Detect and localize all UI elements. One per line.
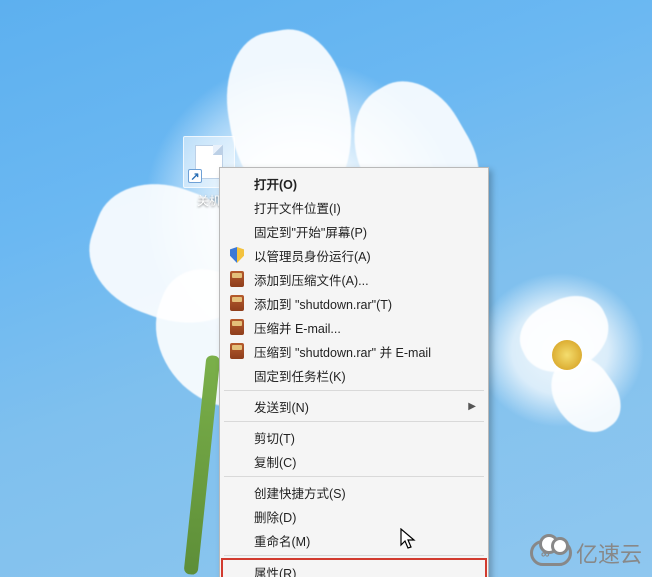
menu-item[interactable]: 固定到"开始"屏幕(P)	[222, 219, 486, 243]
menu-item[interactable]: 打开(O)	[222, 171, 486, 195]
menu-item-label: 固定到"开始"屏幕(P)	[254, 222, 367, 241]
watermark-logo: ∞ 亿速云	[530, 537, 642, 569]
menu-item[interactable]: 重命名(M)	[222, 528, 486, 552]
menu-item[interactable]: 以管理员身份运行(A)	[222, 243, 486, 267]
rar-icon	[228, 270, 246, 288]
menu-separator	[224, 390, 484, 391]
menu-separator	[224, 421, 484, 422]
menu-item[interactable]: 打开文件位置(I)	[222, 195, 486, 219]
menu-item-label: 创建快捷方式(S)	[254, 483, 346, 502]
menu-item-label: 添加到压缩文件(A)...	[254, 270, 369, 289]
shield-icon	[228, 246, 246, 264]
menu-item[interactable]: 压缩并 E-mail...	[222, 315, 486, 339]
menu-item-label: 发送到(N)	[254, 397, 309, 416]
menu-item-label: 剪切(T)	[254, 428, 295, 447]
rar-icon	[228, 342, 246, 360]
shortcut-overlay-icon: ↗	[188, 169, 202, 183]
menu-item-label: 重命名(M)	[254, 531, 310, 550]
menu-item[interactable]: 发送到(N) ▶	[222, 394, 486, 418]
menu-item-label: 属性(R)	[254, 563, 296, 577]
cloud-icon: ∞	[530, 540, 572, 566]
menu-item[interactable]: 创建快捷方式(S)	[222, 480, 486, 504]
menu-item-label: 以管理员身份运行(A)	[254, 246, 371, 265]
menu-separator	[224, 555, 484, 556]
menu-item-label: 删除(D)	[254, 507, 296, 526]
rar-icon	[228, 294, 246, 312]
menu-item[interactable]: 添加到 "shutdown.rar"(T)	[222, 291, 486, 315]
desktop-background: ↗ 关机 打开(O)打开文件位置(I)固定到"开始"屏幕(P)以管理员身份运行(…	[0, 0, 652, 577]
menu-item-label: 固定到任务栏(K)	[254, 366, 346, 385]
menu-item-label: 复制(C)	[254, 452, 296, 471]
context-menu: 打开(O) 打开文件位置(I) 固定到"开始"屏幕(P) 以管理员身份运行(A) 添加到…	[219, 167, 489, 577]
chevron-right-icon: ▶	[468, 401, 476, 412]
menu-item-label: 添加到 "shutdown.rar"(T)	[254, 294, 392, 313]
menu-separator	[224, 476, 484, 477]
menu-item[interactable]: 删除(D)	[222, 504, 486, 528]
menu-item-label: 压缩到 "shutdown.rar" 并 E-mail	[254, 342, 431, 361]
menu-item[interactable]: 复制(C)	[222, 449, 486, 473]
wallpaper-flower-center	[552, 340, 582, 370]
menu-item[interactable]: 添加到压缩文件(A)...	[222, 267, 486, 291]
menu-item-label: 压缩并 E-mail...	[254, 318, 341, 337]
menu-item-label: 打开文件位置(I)	[254, 198, 341, 217]
menu-item[interactable]: 压缩到 "shutdown.rar" 并 E-mail	[222, 339, 486, 363]
menu-item[interactable]: 属性(R)	[222, 559, 486, 577]
menu-item-label: 打开(O)	[254, 174, 297, 193]
menu-item[interactable]: 固定到任务栏(K)	[222, 363, 486, 387]
menu-item[interactable]: 剪切(T)	[222, 425, 486, 449]
rar-icon	[228, 318, 246, 336]
watermark-text: 亿速云	[576, 537, 642, 569]
